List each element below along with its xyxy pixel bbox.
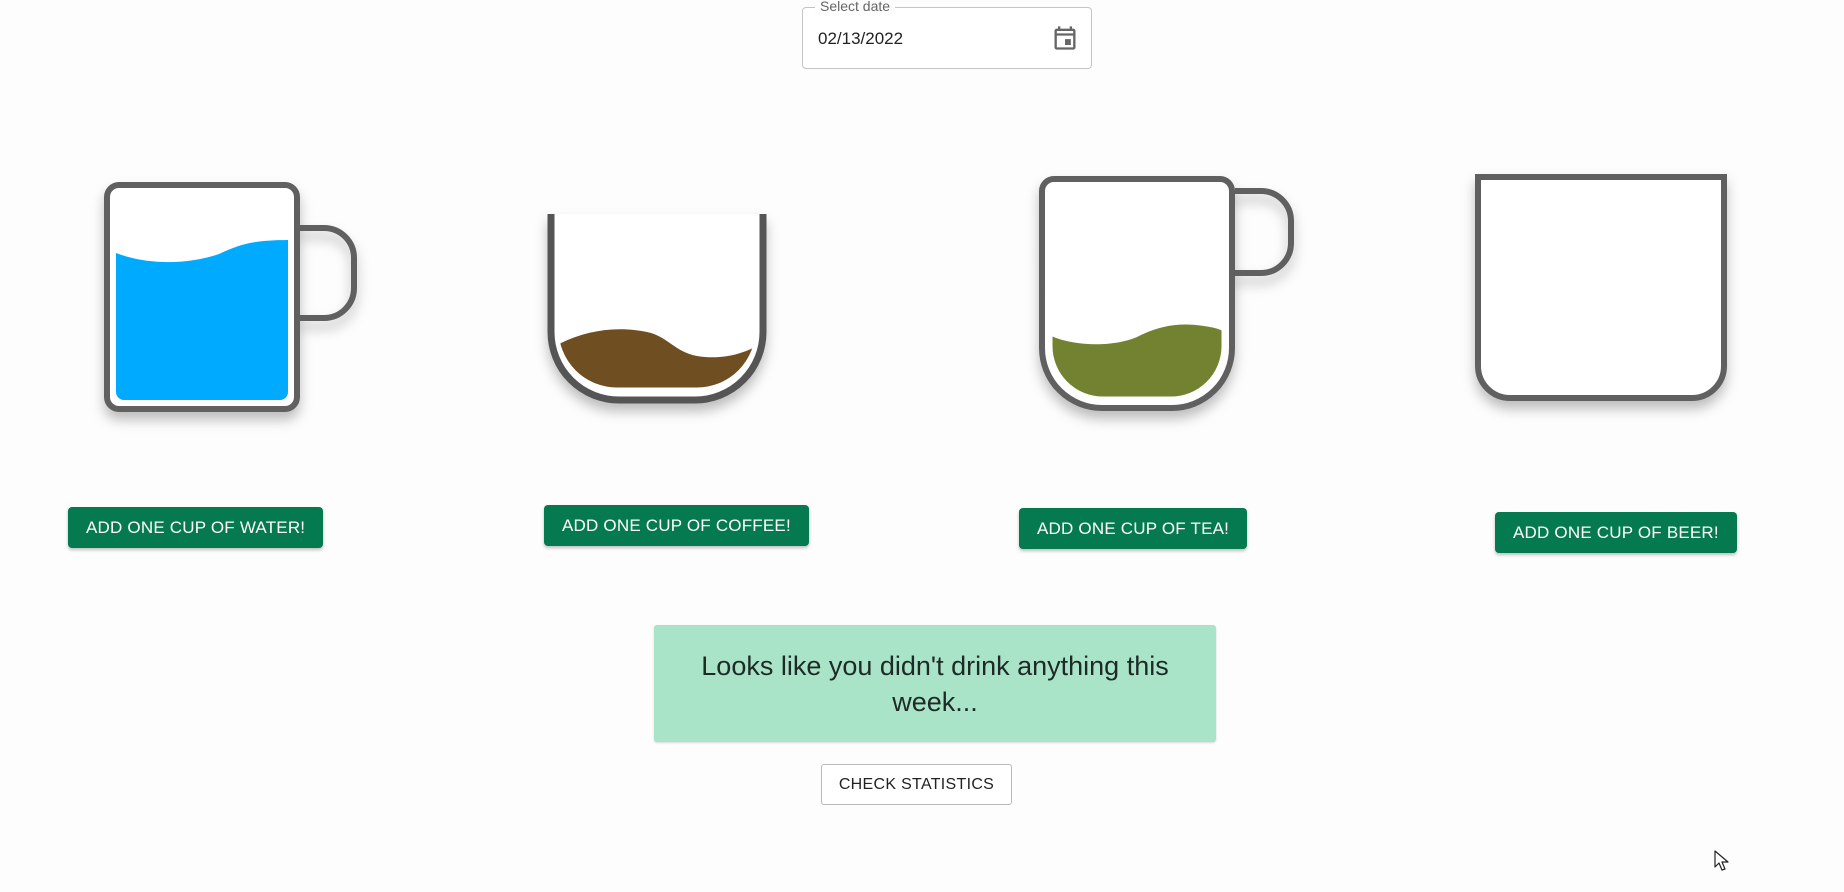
weekly-summary-message: Looks like you didn't drink anything thi…: [654, 625, 1216, 742]
coffee-cup: [547, 214, 777, 429]
add-beer-button[interactable]: ADD ONE CUP OF BEER!: [1495, 512, 1737, 553]
water-cup: [104, 182, 364, 427]
date-picker[interactable]: Select date 02/13/2022: [802, 0, 1092, 69]
calendar-icon[interactable]: [1051, 24, 1079, 52]
add-tea-button[interactable]: ADD ONE CUP OF TEA!: [1019, 508, 1248, 549]
add-coffee-button[interactable]: ADD ONE CUP OF COFFEE!: [544, 505, 809, 546]
mouse-pointer-icon: [1714, 850, 1730, 872]
date-input[interactable]: 02/13/2022: [818, 29, 903, 49]
tea-cup: [1039, 176, 1299, 421]
add-water-button[interactable]: ADD ONE CUP OF WATER!: [68, 507, 324, 548]
water-fill: [116, 240, 288, 400]
beer-cup: [1474, 174, 1734, 419]
date-picker-label: Select date: [815, 0, 896, 13]
check-statistics-button[interactable]: CHECK STATISTICS: [821, 764, 1012, 805]
drink-tracker-page: Select date 02/13/2022 ADD ONE CUP OF WA…: [0, 0, 1844, 892]
